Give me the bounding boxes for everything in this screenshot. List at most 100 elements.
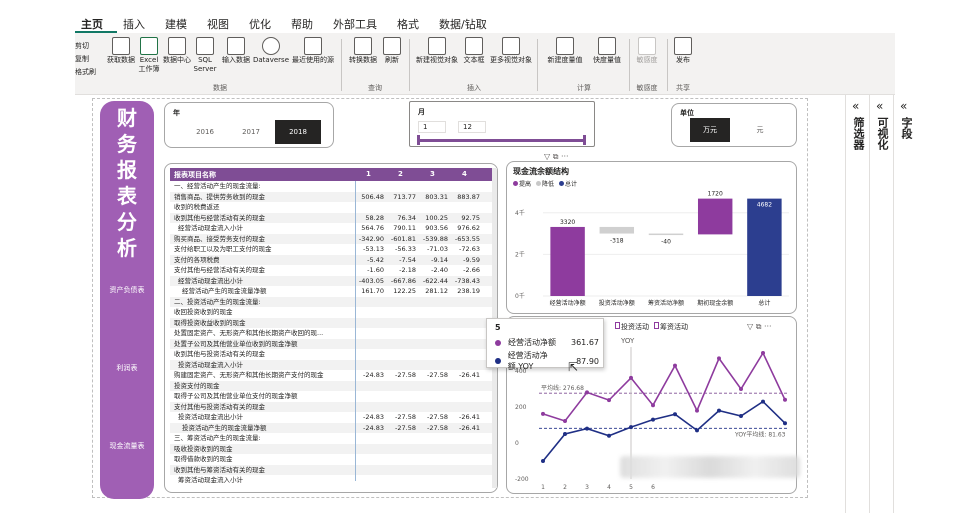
data-point[interactable] <box>673 363 677 368</box>
table-row[interactable]: 一、经营活动产生的现金流量: <box>170 181 492 192</box>
data-point[interactable] <box>607 433 611 438</box>
enter-data-button[interactable]: 输入数据 <box>221 33 251 65</box>
month-range-handle-max[interactable] <box>583 135 586 145</box>
month-min-input[interactable]: 1 <box>418 121 446 133</box>
refresh-button[interactable]: 刷新 <box>381 33 403 65</box>
ribbon-tab[interactable]: 格式 <box>391 13 433 33</box>
data-point[interactable] <box>607 398 611 403</box>
table-row[interactable]: 收到其他与经营活动有关的现金 58.28 76.34 100.25 92.75 <box>170 212 492 223</box>
waterfall-bar[interactable] <box>747 198 782 296</box>
waterfall-bar[interactable] <box>550 226 585 296</box>
table-row[interactable]: 筹资活动现金流入小计 <box>170 475 492 486</box>
ribbon-tab[interactable]: 建模 <box>159 13 201 33</box>
new-visual-button[interactable]: 新建视觉对象 <box>415 33 459 65</box>
new-measure-button[interactable]: 新建度量值 <box>543 33 587 65</box>
table-row[interactable]: 投资活动现金流出小计 -24.83 -27.58 -27.58 -26.41 <box>170 412 492 423</box>
data-point[interactable] <box>563 418 567 423</box>
data-point[interactable] <box>563 432 567 436</box>
month-range-track[interactable] <box>420 139 584 142</box>
recent-sources-button[interactable]: 最近使用的源 <box>291 33 335 65</box>
ribbon-tab[interactable]: 插入 <box>117 13 159 33</box>
ribbon-tab[interactable]: 帮助 <box>285 13 327 33</box>
fields-panel[interactable]: « 字段 <box>893 95 917 513</box>
textbox-button[interactable]: 文本框 <box>461 33 487 65</box>
quick-measure-button[interactable]: 快度量值 <box>589 33 625 65</box>
data-point[interactable] <box>695 428 699 433</box>
data-point[interactable] <box>695 408 699 413</box>
nav-income-statement[interactable]: 利润表 <box>100 363 154 373</box>
visual-header-icons[interactable]: ▽ ⧉ ··· <box>544 152 569 162</box>
table-row[interactable]: 处置固定资产、无形资产和其他长期资产收回的现... <box>170 328 492 339</box>
column-header-4[interactable]: 4 <box>462 170 467 178</box>
unit-option-wanyuan[interactable]: 万元 <box>690 118 730 142</box>
table-row[interactable]: 投资活动现金流入小计 <box>170 359 492 370</box>
table-row[interactable]: 处置子公司及其他营业单位收到的现金净额 <box>170 338 492 349</box>
data-point[interactable] <box>651 417 655 422</box>
year-option-2018[interactable]: 2018 <box>275 120 321 144</box>
table-row[interactable]: 投资支付的现金 <box>170 380 492 391</box>
collapse-icon[interactable]: « <box>852 99 859 113</box>
column-header-name[interactable]: 报表项目名称 <box>174 170 216 180</box>
table-row[interactable]: 收回投资收到的现金 <box>170 307 492 318</box>
year-option-2016[interactable]: 2016 <box>187 120 223 144</box>
collapse-icon[interactable]: « <box>876 99 883 113</box>
data-point[interactable] <box>739 387 743 391</box>
ribbon-tab[interactable]: 数据/钻取 <box>433 13 501 33</box>
table-row[interactable]: 支付的各项税费 -5.42 -7.54 -9.14 -9.59 <box>170 254 492 265</box>
data-point[interactable] <box>717 356 721 361</box>
month-max-input[interactable]: 12 <box>458 121 486 133</box>
table-row[interactable]: 取得投资收益收到的现金 <box>170 317 492 328</box>
table-row[interactable]: 二、投资活动产生的现金流量: <box>170 296 492 307</box>
data-hub-button[interactable]: 数据中心 <box>163 33 191 65</box>
data-point[interactable] <box>585 426 589 431</box>
data-point[interactable] <box>585 390 589 395</box>
publish-button[interactable]: 发布 <box>671 33 695 65</box>
data-point[interactable] <box>739 414 743 418</box>
table-row[interactable]: 收到的税费返还 <box>170 202 492 213</box>
data-point[interactable] <box>673 412 677 417</box>
data-point[interactable] <box>541 411 545 416</box>
table-row[interactable]: 经营活动产生的现金流量净额 161.70 122.25 281.12 238.19 <box>170 286 492 297</box>
data-point[interactable] <box>629 425 633 430</box>
table-row[interactable]: 收到其他与投资活动有关的现金 <box>170 349 492 360</box>
nav-balance-sheet[interactable]: 资产负债表 <box>100 285 154 295</box>
cut-button[interactable]: 剪切 <box>75 40 103 53</box>
table-row[interactable]: 购买商品、接受劳务支付的现金 -342.90 -601.81 -539.88 -653.… <box>170 233 492 244</box>
visualizations-panel[interactable]: « 可视化 <box>869 95 893 513</box>
data-point[interactable] <box>761 399 765 404</box>
table-row[interactable]: 经营活动现金流出小计 -403.05 -667.86 -622.44 -738.43 <box>170 275 492 286</box>
data-point[interactable] <box>629 375 633 380</box>
dataverse-button[interactable]: Dataverse <box>253 33 289 65</box>
table-row[interactable]: 销售商品、提供劳务收到的现金 506.48 713.77 803.31 883.87 <box>170 191 492 202</box>
nav-cash-flow[interactable]: 现金流量表 <box>100 441 154 451</box>
waterfall-bar[interactable] <box>599 226 635 234</box>
data-point[interactable] <box>541 459 545 463</box>
excel-button[interactable]: Excel 工作簿 <box>137 33 161 74</box>
table-row[interactable]: 支付给职工以及为职工支付的现金 -53.13 -56.33 -71.03 -72.63 <box>170 244 492 255</box>
ribbon-tab[interactable]: 视图 <box>201 13 243 33</box>
format-painter-button[interactable]: 格式刷 <box>75 66 103 79</box>
sensitivity-button[interactable]: 敏感度 <box>633 33 661 65</box>
unit-option-yuan[interactable]: 元 <box>740 118 780 142</box>
waterfall-bar[interactable] <box>648 233 684 236</box>
ribbon-tab[interactable]: 优化 <box>243 13 285 33</box>
table-row[interactable]: 经营活动现金流入小计 564.76 790.11 903.56 976.62 <box>170 223 492 234</box>
more-visuals-button[interactable]: 更多视觉对象 <box>489 33 533 65</box>
table-row[interactable]: 三、筹资活动产生的现金流量: <box>170 433 492 444</box>
table-row[interactable]: 支付其他与投资活动有关的现金 <box>170 401 492 412</box>
column-header-2[interactable]: 2 <box>398 170 403 178</box>
table-row[interactable]: 收到其他与筹资活动有关的现金 <box>170 464 492 475</box>
table-row[interactable]: 支付其他与经营活动有关的现金 -1.60 -2.18 -2.40 -2.66 <box>170 265 492 276</box>
table-row[interactable]: 购建固定资产、无形资产和其他长期资产支付的现金 -24.83 -27.58 -27.5… <box>170 370 492 381</box>
data-point[interactable] <box>783 397 787 402</box>
ribbon-tab[interactable]: 主页 <box>75 13 117 33</box>
transform-data-button[interactable]: 转换数据 <box>347 33 379 65</box>
sql-button[interactable]: SQL Server <box>193 33 217 74</box>
table-row[interactable]: 投资活动产生的现金流量净额 -24.83 -27.58 -27.58 -26.41 <box>170 422 492 433</box>
filters-panel[interactable]: « 筛选器 <box>845 95 869 513</box>
year-option-2017[interactable]: 2017 <box>233 120 269 144</box>
collapse-icon[interactable]: « <box>900 99 907 113</box>
table-row[interactable]: 吸收投资收到的现金 <box>170 443 492 454</box>
table-row[interactable]: 取得借款收到的现金 <box>170 454 492 465</box>
waterfall-bar[interactable] <box>697 198 733 235</box>
